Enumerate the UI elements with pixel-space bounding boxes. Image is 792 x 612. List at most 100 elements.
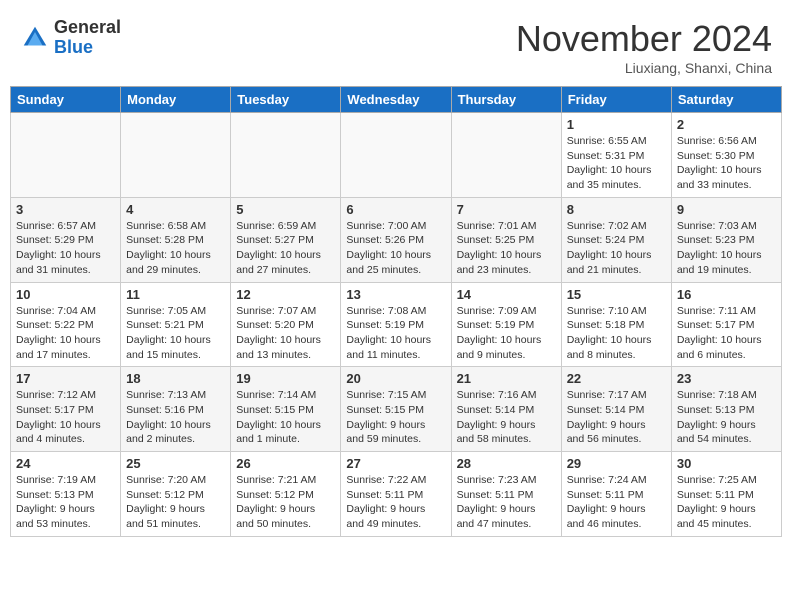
column-header-saturday: Saturday [671, 87, 781, 113]
calendar-cell: 27 Sunrise: 7:22 AM Sunset: 5:11 PM Dayli… [341, 452, 451, 537]
day-info: Sunrise: 7:05 AM Sunset: 5:21 PM Dayligh… [126, 304, 225, 363]
day-number: 18 [126, 371, 225, 386]
day-info: Sunrise: 6:59 AM Sunset: 5:27 PM Dayligh… [236, 219, 335, 278]
day-number: 5 [236, 202, 335, 217]
column-header-tuesday: Tuesday [231, 87, 341, 113]
day-info: Sunrise: 7:16 AM Sunset: 5:14 PM Dayligh… [457, 388, 556, 447]
calendar-cell: 28 Sunrise: 7:23 AM Sunset: 5:11 PM Dayli… [451, 452, 561, 537]
logo-text: General Blue [54, 18, 121, 58]
week-row-5: 24 Sunrise: 7:19 AM Sunset: 5:13 PM Dayli… [11, 452, 782, 537]
day-number: 30 [677, 456, 776, 471]
day-info: Sunrise: 6:56 AM Sunset: 5:30 PM Dayligh… [677, 134, 776, 193]
calendar-header-row: SundayMondayTuesdayWednesdayThursdayFrid… [11, 87, 782, 113]
calendar-cell: 20Sunrise: 7:15 AM Sunset: 5:15 PM Dayli… [341, 367, 451, 452]
calendar-cell: 22Sunrise: 7:17 AM Sunset: 5:14 PM Dayli… [561, 367, 671, 452]
calendar-cell: 4Sunrise: 6:58 AM Sunset: 5:28 PM Daylig… [121, 197, 231, 282]
day-info: Sunrise: 7:19 AM Sunset: 5:13 PM Dayligh… [16, 473, 115, 532]
column-header-friday: Friday [561, 87, 671, 113]
day-info: Sunrise: 7:04 AM Sunset: 5:22 PM Dayligh… [16, 304, 115, 363]
day-info: Sunrise: 7:02 AM Sunset: 5:24 PM Dayligh… [567, 219, 666, 278]
calendar-cell: 23 Sunrise: 7:18 AM Sunset: 5:13 PM Dayli… [671, 367, 781, 452]
day-number: 23 [677, 371, 776, 386]
day-number: 26 [236, 456, 335, 471]
calendar-cell [121, 113, 231, 198]
calendar-cell: 14Sunrise: 7:09 AM Sunset: 5:19 PM Dayli… [451, 282, 561, 367]
week-row-3: 10 Sunrise: 7:04 AM Sunset: 5:22 PM Dayli… [11, 282, 782, 367]
day-number: 11 [126, 287, 225, 302]
calendar-cell: 5 Sunrise: 6:59 AM Sunset: 5:27 PM Daylig… [231, 197, 341, 282]
day-number: 9 [677, 202, 776, 217]
day-number: 3 [16, 202, 115, 217]
calendar-cell: 11 Sunrise: 7:05 AM Sunset: 5:21 PM Dayli… [121, 282, 231, 367]
calendar-cell: 30 Sunrise: 7:25 AM Sunset: 5:11 PM Dayli… [671, 452, 781, 537]
calendar-cell: 12 Sunrise: 7:07 AM Sunset: 5:20 PM Dayli… [231, 282, 341, 367]
day-info: Sunrise: 7:23 AM Sunset: 5:11 PM Dayligh… [457, 473, 556, 532]
day-number: 15 [567, 287, 666, 302]
day-number: 28 [457, 456, 556, 471]
calendar-cell [451, 113, 561, 198]
week-row-2: 3Sunrise: 6:57 AM Sunset: 5:29 PM Daylig… [11, 197, 782, 282]
calendar-cell: 26 Sunrise: 7:21 AM Sunset: 5:12 PM Dayli… [231, 452, 341, 537]
calendar-cell: 29 Sunrise: 7:24 AM Sunset: 5:11 PM Dayli… [561, 452, 671, 537]
day-number: 7 [457, 202, 556, 217]
day-number: 10 [16, 287, 115, 302]
calendar-cell: 17 Sunrise: 7:12 AM Sunset: 5:17 PM Dayli… [11, 367, 121, 452]
month-title: November 2024 [516, 18, 772, 60]
column-header-monday: Monday [121, 87, 231, 113]
day-info: Sunrise: 7:18 AM Sunset: 5:13 PM Dayligh… [677, 388, 776, 447]
logo-icon [20, 23, 50, 53]
calendar-cell: 2 Sunrise: 6:56 AM Sunset: 5:30 PM Daylig… [671, 113, 781, 198]
day-info: Sunrise: 7:09 AM Sunset: 5:19 PM Dayligh… [457, 304, 556, 363]
day-number: 20 [346, 371, 445, 386]
day-number: 22 [567, 371, 666, 386]
week-row-1: 1Sunrise: 6:55 AM Sunset: 5:31 PM Daylig… [11, 113, 782, 198]
day-number: 13 [346, 287, 445, 302]
calendar-cell: 1Sunrise: 6:55 AM Sunset: 5:31 PM Daylig… [561, 113, 671, 198]
column-header-thursday: Thursday [451, 87, 561, 113]
calendar-cell [341, 113, 451, 198]
day-info: Sunrise: 7:11 AM Sunset: 5:17 PM Dayligh… [677, 304, 776, 363]
logo-general-text: General [54, 18, 121, 38]
day-info: Sunrise: 7:07 AM Sunset: 5:20 PM Dayligh… [236, 304, 335, 363]
day-number: 8 [567, 202, 666, 217]
page-header: General Blue November 2024 Liuxiang, Sha… [10, 10, 782, 82]
calendar-cell: 10 Sunrise: 7:04 AM Sunset: 5:22 PM Dayli… [11, 282, 121, 367]
day-info: Sunrise: 7:12 AM Sunset: 5:17 PM Dayligh… [16, 388, 115, 447]
day-number: 19 [236, 371, 335, 386]
calendar-cell: 18 Sunrise: 7:13 AM Sunset: 5:16 PM Dayli… [121, 367, 231, 452]
day-info: Sunrise: 7:20 AM Sunset: 5:12 PM Dayligh… [126, 473, 225, 532]
calendar-cell: 19Sunrise: 7:14 AM Sunset: 5:15 PM Dayli… [231, 367, 341, 452]
day-number: 2 [677, 117, 776, 132]
calendar-cell: 15Sunrise: 7:10 AM Sunset: 5:18 PM Dayli… [561, 282, 671, 367]
day-info: Sunrise: 6:58 AM Sunset: 5:28 PM Dayligh… [126, 219, 225, 278]
calendar-cell: 25 Sunrise: 7:20 AM Sunset: 5:12 PM Dayli… [121, 452, 231, 537]
week-row-4: 17 Sunrise: 7:12 AM Sunset: 5:17 PM Dayli… [11, 367, 782, 452]
calendar-cell [231, 113, 341, 198]
day-info: Sunrise: 7:21 AM Sunset: 5:12 PM Dayligh… [236, 473, 335, 532]
day-number: 12 [236, 287, 335, 302]
day-info: Sunrise: 7:00 AM Sunset: 5:26 PM Dayligh… [346, 219, 445, 278]
day-info: Sunrise: 7:01 AM Sunset: 5:25 PM Dayligh… [457, 219, 556, 278]
title-block: November 2024 Liuxiang, Shanxi, China [516, 18, 772, 76]
day-info: Sunrise: 7:08 AM Sunset: 5:19 PM Dayligh… [346, 304, 445, 363]
day-number: 21 [457, 371, 556, 386]
day-number: 1 [567, 117, 666, 132]
calendar-cell: 7 Sunrise: 7:01 AM Sunset: 5:25 PM Daylig… [451, 197, 561, 282]
calendar-cell: 9Sunrise: 7:03 AM Sunset: 5:23 PM Daylig… [671, 197, 781, 282]
calendar-cell: 13 Sunrise: 7:08 AM Sunset: 5:19 PM Dayli… [341, 282, 451, 367]
calendar-cell: 8 Sunrise: 7:02 AM Sunset: 5:24 PM Daylig… [561, 197, 671, 282]
calendar-cell [11, 113, 121, 198]
column-header-wednesday: Wednesday [341, 87, 451, 113]
day-number: 25 [126, 456, 225, 471]
day-info: Sunrise: 7:13 AM Sunset: 5:16 PM Dayligh… [126, 388, 225, 447]
calendar-cell: 3Sunrise: 6:57 AM Sunset: 5:29 PM Daylig… [11, 197, 121, 282]
day-number: 24 [16, 456, 115, 471]
day-info: Sunrise: 7:22 AM Sunset: 5:11 PM Dayligh… [346, 473, 445, 532]
day-info: Sunrise: 7:25 AM Sunset: 5:11 PM Dayligh… [677, 473, 776, 532]
day-number: 27 [346, 456, 445, 471]
logo: General Blue [20, 18, 121, 58]
day-info: Sunrise: 7:24 AM Sunset: 5:11 PM Dayligh… [567, 473, 666, 532]
location-subtitle: Liuxiang, Shanxi, China [516, 60, 772, 76]
day-number: 17 [16, 371, 115, 386]
day-number: 29 [567, 456, 666, 471]
